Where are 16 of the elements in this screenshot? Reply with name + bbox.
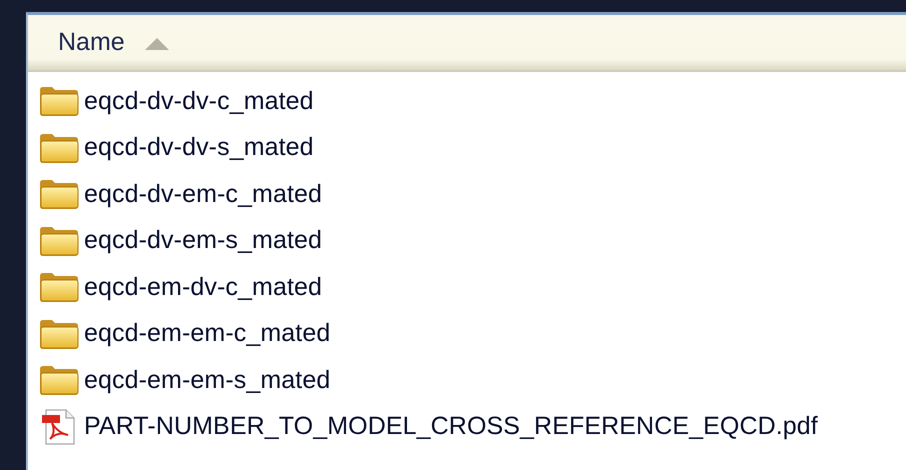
folder-icon [38,178,80,210]
column-header[interactable]: Name [58,28,125,57]
folder-icon [38,318,80,350]
folder-icon [38,364,80,396]
folder-name[interactable]: eqcd-em-dv-c_mated [84,272,322,302]
folder-name[interactable]: eqcd-dv-em-c_mated [84,180,322,209]
folder-icon [38,85,80,118]
folder-name[interactable]: eqcd-dv-dv-c_mated [84,86,314,116]
folder-icon [38,224,80,257]
folder-name[interactable]: eqcd-em-em-s_mated [84,366,330,395]
folder-name[interactable]: eqcd-em-em-c_mated [84,319,330,348]
folder-icon [38,132,80,164]
folder-icon [38,271,80,304]
file-name[interactable]: PART-NUMBER_TO_MODEL_CROSS_REFERENCE_EQCD.pdf [84,412,818,442]
folder-name[interactable]: eqcd-dv-em-s_mated [84,226,322,256]
folder-name[interactable]: eqcd-dv-dv-s_mated [84,133,314,162]
